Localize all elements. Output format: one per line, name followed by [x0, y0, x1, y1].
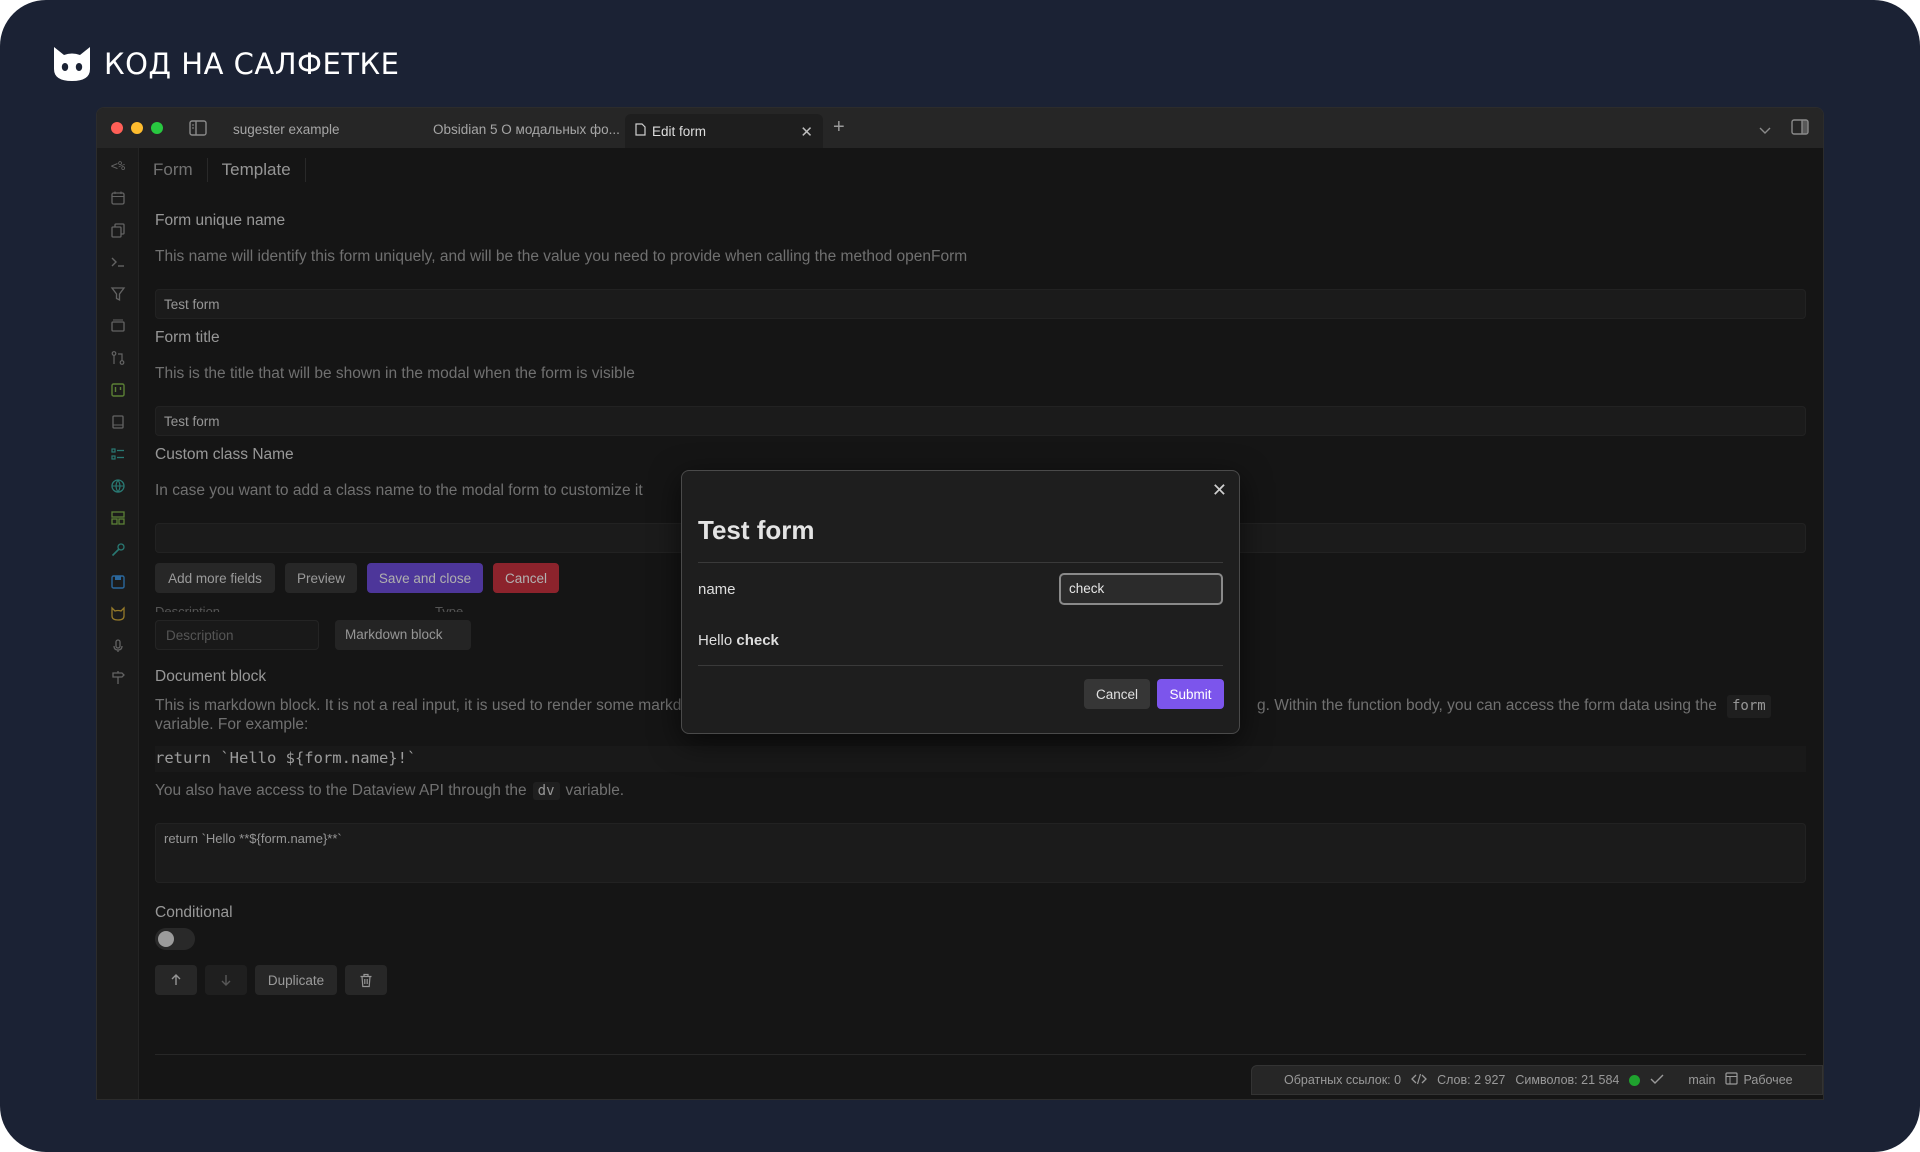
name-input[interactable]: check [1059, 573, 1223, 605]
new-tab-icon[interactable]: + [833, 117, 845, 137]
close-window-button[interactable] [111, 122, 123, 134]
obsidian-window: sugester example Obsidian 5 О модальных … [96, 107, 1824, 1100]
close-icon[interactable]: ✕ [1212, 480, 1227, 501]
tab-label: Obsidian 5 О модальных фо... [433, 121, 620, 137]
brand: КОД НА САЛФЕТКЕ [52, 44, 399, 84]
modal-footer-divider [698, 665, 1223, 666]
word-count: Слов: 2 927 [1437, 1073, 1506, 1087]
right-sidebar-toggle-icon[interactable] [1791, 119, 1809, 140]
name-label: name [698, 581, 736, 598]
tab-sugester-example[interactable]: sugester example [223, 114, 413, 144]
tab-edit-form[interactable]: Edit form ✕ [625, 114, 823, 148]
cat-logo-icon [54, 47, 90, 81]
tab-label: sugester example [233, 121, 340, 137]
markdown-preview: Hello check [698, 632, 779, 649]
brand-text: КОД НА САЛФЕТКЕ [104, 47, 400, 81]
chevron-down-icon[interactable] [1759, 122, 1771, 140]
tab-obsidian-modal[interactable]: Obsidian 5 О модальных фо... [423, 114, 623, 144]
slide-frame: КОД НА САЛФЕТКЕ sugester example Obsidia… [0, 0, 1920, 1152]
status-bar: Обратных ссылок: 0 Слов: 2 927 Символов:… [1251, 1065, 1823, 1095]
close-tab-icon[interactable]: ✕ [800, 123, 813, 141]
sync-status-icon[interactable] [1629, 1074, 1641, 1086]
zoom-window-button[interactable] [151, 122, 163, 134]
check-icon [1650, 1073, 1664, 1088]
code-icon[interactable] [1411, 1073, 1428, 1088]
hello-name: check [736, 632, 779, 649]
hello-prefix: Hello [698, 632, 737, 649]
modal-title: Test form [698, 515, 815, 545]
title-bar: sugester example Obsidian 5 О модальных … [97, 108, 1823, 148]
tab-label: Edit form [652, 123, 707, 139]
backlinks-count[interactable]: Обратных ссылок: 0 [1284, 1073, 1401, 1087]
minimize-window-button[interactable] [131, 122, 143, 134]
modal-divider [698, 562, 1223, 563]
form-preview-modal: ✕ Test form name check Hello check Cance… [681, 470, 1240, 734]
workspace-label[interactable]: Рабочее [1743, 1073, 1792, 1087]
modal-submit-button[interactable]: Submit [1157, 679, 1224, 709]
git-branch-label[interactable]: main [1688, 1073, 1715, 1087]
workspace-icon[interactable] [1725, 1072, 1739, 1088]
modal-cancel-button[interactable]: Cancel [1084, 679, 1150, 709]
document-icon [635, 123, 646, 139]
char-count: Символов: 21 584 [1515, 1073, 1620, 1087]
left-sidebar-toggle-icon[interactable] [189, 120, 207, 141]
